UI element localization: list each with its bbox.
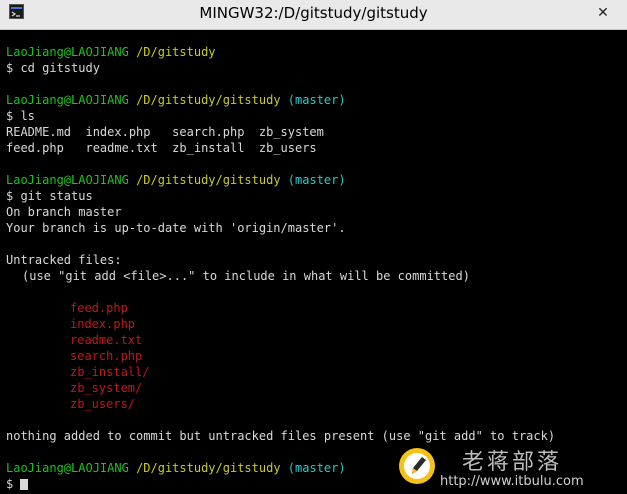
- untracked-file: zb_users/: [70, 397, 136, 411]
- prompt-path: /D/gitstudy/gitstudy: [136, 461, 281, 475]
- untracked-file: feed.php: [70, 301, 128, 315]
- input-line[interactable]: $: [6, 476, 627, 492]
- terminal-window: MINGW32:/D/gitstudy/gitstudy ✕ LaoJiang@…: [0, 0, 627, 494]
- prompt-branch: (master): [287, 93, 346, 107]
- untracked-file: zb_system/: [70, 381, 143, 395]
- command-line: $ ls: [6, 109, 35, 123]
- prompt-user: LaoJiang@LAOJIANG: [6, 93, 129, 107]
- prompt-line: LaoJiang@LAOJIANG /D/gitstudy/gitstudy (…: [6, 92, 627, 108]
- close-button[interactable]: ✕: [593, 3, 613, 23]
- prompt-path: /D/gitstudy/gitstudy: [136, 173, 281, 187]
- output-line: Untracked files:: [6, 253, 122, 267]
- title-bar[interactable]: MINGW32:/D/gitstudy/gitstudy ✕: [0, 0, 627, 30]
- terminal-output[interactable]: LaoJiang@LAOJIANG /D/gitstudy $ cd gitst…: [0, 30, 627, 494]
- prompt-path: /D/gitstudy/gitstudy: [136, 93, 281, 107]
- output-line: Your branch is up-to-date with 'origin/m…: [6, 221, 346, 235]
- prompt-line: LaoJiang@LAOJIANG /D/gitstudy/gitstudy (…: [6, 172, 627, 188]
- prompt-user: LaoJiang@LAOJIANG: [6, 173, 129, 187]
- prompt-branch: (master): [287, 173, 346, 187]
- untracked-file: zb_install/: [70, 365, 150, 379]
- prompt-symbol: $: [6, 477, 14, 491]
- untracked-file: index.php: [70, 317, 136, 331]
- output-line: nothing added to commit but untracked fi…: [6, 429, 556, 443]
- prompt-branch: (master): [287, 461, 346, 475]
- prompt-line: LaoJiang@LAOJIANG /D/gitstudy: [6, 44, 627, 60]
- text-cursor: [20, 479, 29, 490]
- prompt-path: /D/gitstudy: [136, 45, 216, 59]
- output-line: feed.php readme.txt zb_install zb_users: [6, 141, 317, 155]
- window-title: MINGW32:/D/gitstudy/gitstudy: [199, 4, 428, 22]
- output-line: (use "git add <file>..." to include in w…: [22, 269, 470, 283]
- close-icon: ✕: [597, 5, 609, 21]
- command-line: $ cd gitstudy: [6, 61, 100, 75]
- prompt-user: LaoJiang@LAOJIANG: [6, 461, 129, 475]
- untracked-file: readme.txt: [70, 333, 143, 347]
- prompt-user: LaoJiang@LAOJIANG: [6, 45, 129, 59]
- output-line: On branch master: [6, 205, 122, 219]
- untracked-file: search.php: [70, 349, 143, 363]
- output-line: README.md index.php search.php zb_system: [6, 125, 324, 139]
- prompt-line: LaoJiang@LAOJIANG /D/gitstudy/gitstudy (…: [6, 460, 627, 476]
- command-line: $ git status: [6, 189, 93, 203]
